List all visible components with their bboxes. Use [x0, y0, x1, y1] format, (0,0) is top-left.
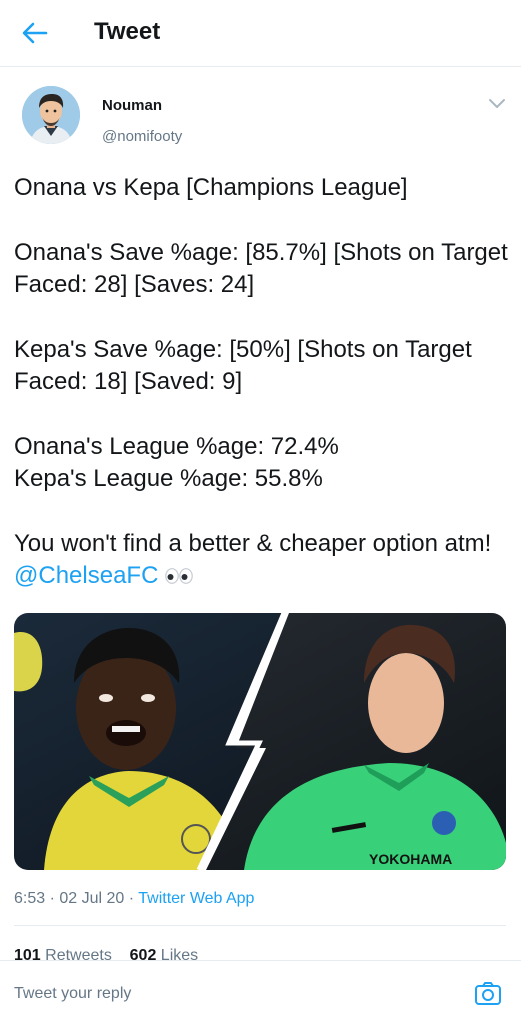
- back-button[interactable]: [18, 16, 52, 50]
- camera-button[interactable]: [473, 979, 503, 1009]
- sponsor-text: YOKOHAMA: [369, 851, 452, 867]
- avatar-illustration: [22, 86, 80, 144]
- reply-input[interactable]: Tweet your reply: [14, 985, 131, 1003]
- likes-stat[interactable]: 602 Likes: [130, 947, 199, 960]
- app-header: Tweet: [0, 0, 521, 67]
- more-options-button[interactable]: [487, 96, 507, 112]
- tweet-line: Onana's Save %age: [85.7%] [Shots on Tar…: [14, 239, 508, 298]
- page-title: Tweet: [94, 18, 161, 45]
- tweet-author: Nouman @nomifooty: [0, 66, 521, 166]
- mention-link[interactable]: @ChelseaFC: [14, 562, 158, 589]
- camera-icon: [475, 982, 501, 1005]
- tweet-line: Kepa's Save %age: [50%] [Shots on Target…: [14, 336, 472, 395]
- tweet-stats: 101 Retweets 602 Likes: [14, 946, 198, 960]
- source-app-link[interactable]: Twitter Web App: [138, 890, 254, 907]
- tweet-line: Kepa's League %age: 55.8%: [14, 465, 323, 492]
- tweet-date: 02 Jul 20: [59, 890, 125, 907]
- reply-bar: Tweet your reply: [0, 960, 521, 1025]
- author-name[interactable]: Nouman: [102, 97, 162, 114]
- tweet-body: Onana vs Kepa [Champions League] Onana's…: [14, 172, 509, 592]
- avatar[interactable]: [22, 86, 80, 144]
- arrow-left-icon: [22, 22, 48, 44]
- divider: [14, 925, 506, 926]
- tweet-line: Onana vs Kepa [Champions League]: [14, 174, 408, 201]
- tweet-line: You won't find a better & cheaper option…: [14, 528, 509, 592]
- eyes-emoji-icon: [165, 568, 193, 584]
- tweet-metadata: 6:53 · 02 Jul 20 · Twitter Web App: [14, 890, 254, 908]
- chevron-down-icon: [489, 99, 505, 108]
- tweet-line: Onana's League %age: 72.4%: [14, 433, 339, 460]
- retweets-stat[interactable]: 101 Retweets: [14, 947, 112, 960]
- tweet-time: 6:53: [14, 890, 46, 907]
- author-handle[interactable]: @nomifooty: [102, 128, 182, 145]
- tweet-text-segment: You won't find a better & cheaper option…: [14, 530, 492, 557]
- media-image: YOKOHAMA: [14, 613, 506, 870]
- meta-separator: ·: [128, 890, 135, 907]
- tweet-media[interactable]: YOKOHAMA: [14, 613, 506, 870]
- meta-separator: ·: [49, 890, 55, 907]
